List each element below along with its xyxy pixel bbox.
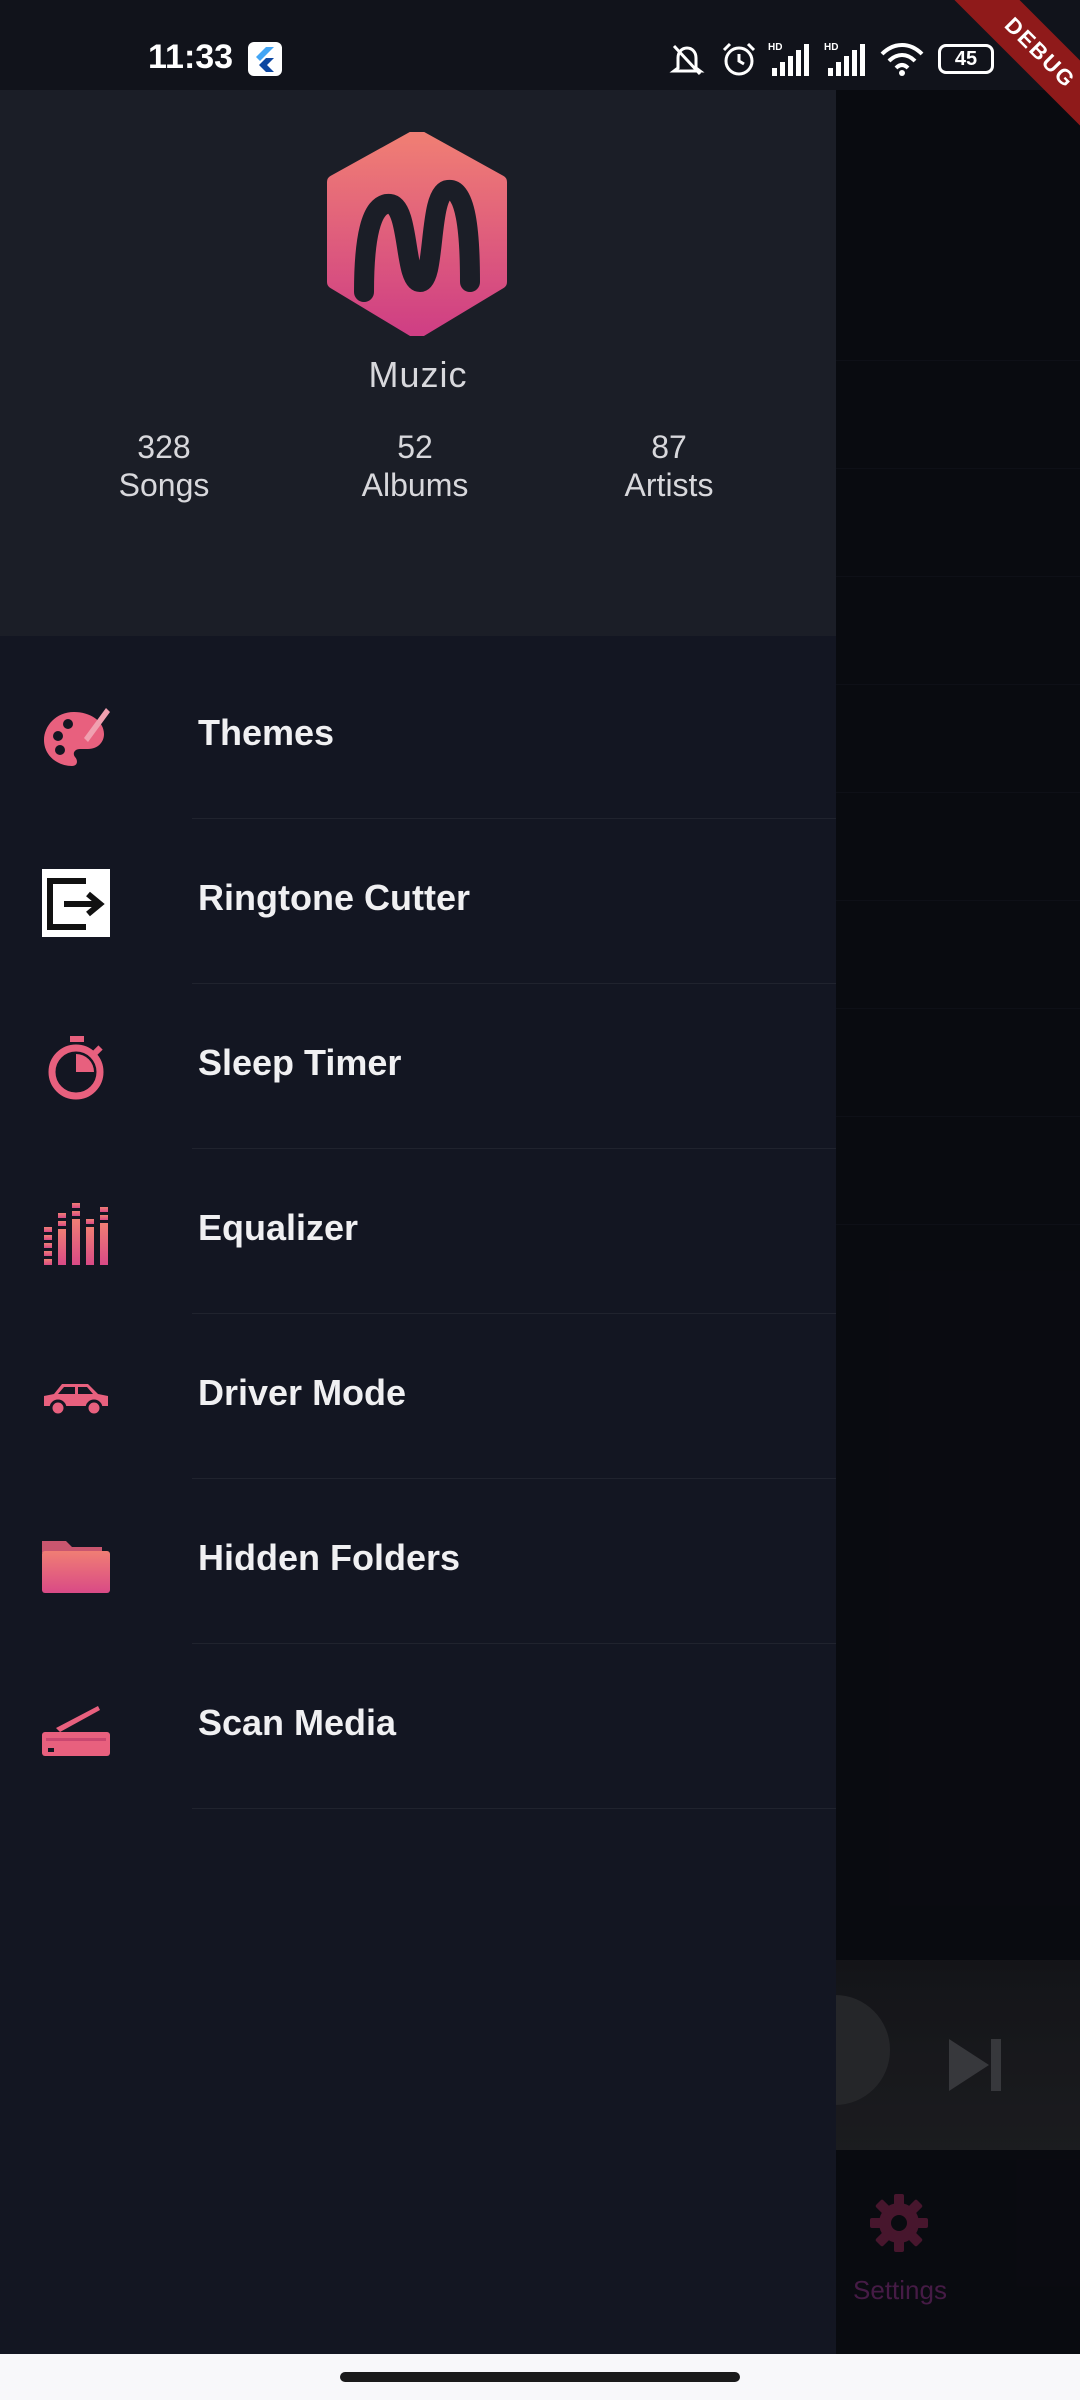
palette-icon <box>44 708 110 766</box>
stat-label: Songs <box>118 467 210 503</box>
system-nav-bar <box>0 2354 1080 2400</box>
battery-level: 45 <box>954 48 978 70</box>
stat-albums: 52 Albums <box>305 428 525 504</box>
menu-item-scan-media[interactable]: Scan Media <box>0 1644 836 1809</box>
svg-text:HD: HD <box>768 42 782 53</box>
menu-label: Driver Mode <box>198 1372 407 1413</box>
equalizer-icon <box>44 1203 108 1265</box>
menu-label: Scan Media <box>198 1702 397 1743</box>
menu-label: Equalizer <box>198 1207 359 1248</box>
folder-icon <box>42 1541 110 1593</box>
signal-hd-icon: HD <box>768 42 809 76</box>
stat-count: 87 <box>651 429 687 465</box>
menu-item-sleep-timer[interactable]: Sleep Timer <box>0 984 836 1149</box>
stopwatch-icon <box>48 1036 104 1100</box>
stat-count: 328 <box>137 429 191 465</box>
menu-item-driver-mode[interactable]: Driver Mode <box>0 1314 836 1479</box>
menu-label: Themes <box>198 712 335 753</box>
stat-label: Albums <box>361 467 469 503</box>
menu-item-ringtone-cutter[interactable]: Ringtone Cutter <box>0 819 836 984</box>
menu-item-hidden-folders[interactable]: Hidden Folders <box>0 1479 836 1644</box>
car-icon <box>44 1384 108 1417</box>
status-time: 11:33 <box>148 38 234 76</box>
signal-hd-icon: HD <box>824 42 865 76</box>
app-name: Muzic <box>368 354 468 395</box>
exit-box-icon <box>42 869 110 937</box>
svg-text:HD: HD <box>824 42 838 53</box>
stat-label: Artists <box>624 467 714 503</box>
drawer-header: Muzic 328 Songs 52 Albums 87 Artists <box>0 90 836 636</box>
menu-label: Sleep Timer <box>198 1042 402 1083</box>
status-bar: 11:33 HD HD 45 DEBUG <box>0 0 1080 169</box>
alarm-icon <box>722 42 756 76</box>
stat-count: 52 <box>397 429 433 465</box>
flutter-icon <box>248 42 282 76</box>
stat-artists: 87 Artists <box>559 428 779 504</box>
mute-icon <box>669 44 705 76</box>
menu-label: Ringtone Cutter <box>198 877 470 918</box>
app-logo-icon <box>327 132 507 336</box>
menu-item-equalizer[interactable]: Equalizer <box>0 1149 836 1314</box>
navigation-drawer: Muzic 328 Songs 52 Albums 87 Artists The… <box>0 0 836 2354</box>
menu-item-themes[interactable]: Themes <box>0 654 836 819</box>
scanner-icon <box>42 1706 110 1756</box>
battery-icon: 45 <box>938 44 994 74</box>
screen: Settings Muzic 328 Songs 52 Albums 87 Ar… <box>0 0 1080 2400</box>
wifi-icon <box>880 43 924 76</box>
stat-songs: 328 Songs <box>54 428 274 504</box>
menu-label: Hidden Folders <box>198 1537 461 1578</box>
divider <box>192 1808 836 1809</box>
home-indicator[interactable] <box>340 2372 740 2382</box>
